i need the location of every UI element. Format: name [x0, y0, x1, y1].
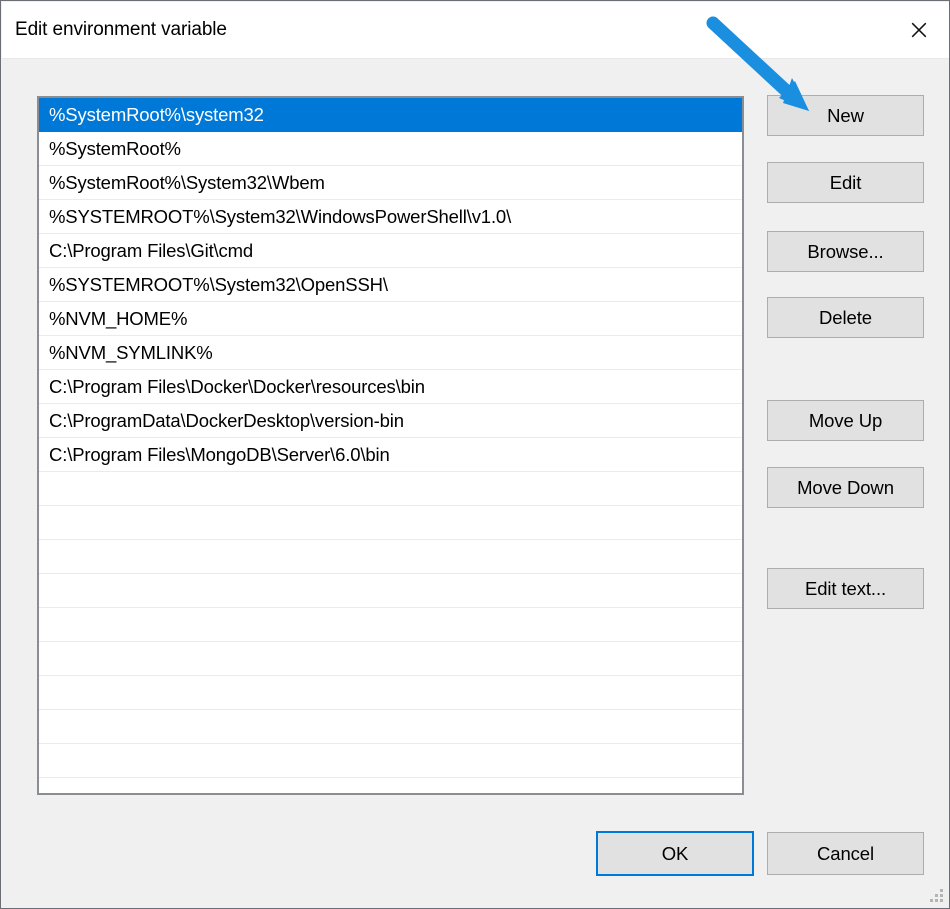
list-item-empty[interactable]	[39, 676, 742, 710]
ok-button[interactable]: OK	[596, 831, 754, 876]
title-bar: Edit environment variable	[2, 2, 949, 59]
move-up-button[interactable]: Move Up	[767, 400, 924, 441]
edit-text-button[interactable]: Edit text...	[767, 568, 924, 609]
close-icon	[910, 21, 928, 39]
list-item-empty[interactable]	[39, 710, 742, 744]
list-item-empty[interactable]	[39, 506, 742, 540]
list-item[interactable]: C:\ProgramData\DockerDesktop\version-bin	[39, 404, 742, 438]
list-item[interactable]: C:\Program Files\Docker\Docker\resources…	[39, 370, 742, 404]
resize-grip-icon[interactable]	[930, 889, 943, 902]
delete-button[interactable]: Delete	[767, 297, 924, 338]
list-item[interactable]: %SystemRoot%	[39, 132, 742, 166]
list-item[interactable]: %SYSTEMROOT%\System32\WindowsPowerShell\…	[39, 200, 742, 234]
list-item-empty[interactable]	[39, 744, 742, 778]
list-item-empty[interactable]	[39, 608, 742, 642]
list-item-empty[interactable]	[39, 574, 742, 608]
list-item-empty[interactable]	[39, 472, 742, 506]
edit-button[interactable]: Edit	[767, 162, 924, 203]
list-item[interactable]: %SystemRoot%\system32	[39, 98, 742, 132]
list-item-empty[interactable]	[39, 540, 742, 574]
new-button[interactable]: New	[767, 95, 924, 136]
path-entries-list: %SystemRoot%\system32 %SystemRoot% %System…	[39, 98, 742, 793]
browse-button[interactable]: Browse...	[767, 231, 924, 272]
list-item-empty[interactable]	[39, 642, 742, 676]
list-item[interactable]: %NVM_SYMLINK%	[39, 336, 742, 370]
cancel-button[interactable]: Cancel	[767, 832, 924, 875]
list-item[interactable]: %NVM_HOME%	[39, 302, 742, 336]
list-item[interactable]: C:\Program Files\Git\cmd	[39, 234, 742, 268]
close-button[interactable]	[888, 2, 949, 58]
list-item[interactable]: C:\Program Files\MongoDB\Server\6.0\bin	[39, 438, 742, 472]
list-item[interactable]: %SYSTEMROOT%\System32\OpenSSH\	[39, 268, 742, 302]
list-item[interactable]: %SystemRoot%\System32\Wbem	[39, 166, 742, 200]
page-title: Edit environment variable	[15, 19, 227, 40]
path-entries-listbox[interactable]: %SystemRoot%\system32 %SystemRoot% %System…	[37, 96, 744, 795]
move-down-button[interactable]: Move Down	[767, 467, 924, 508]
edit-environment-variable-dialog: Edit environment variable %SystemRoot%\s…	[0, 0, 950, 909]
